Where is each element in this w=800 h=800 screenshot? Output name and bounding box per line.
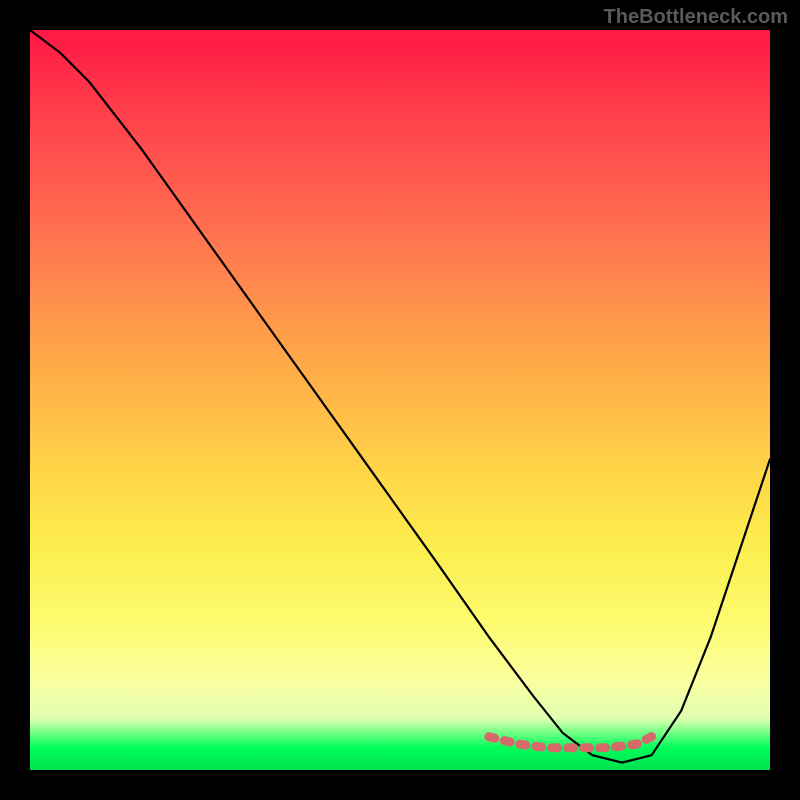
- plot-area: [30, 30, 770, 770]
- minimum-hump: [30, 30, 770, 770]
- watermark-text: TheBottleneck.com: [604, 6, 788, 29]
